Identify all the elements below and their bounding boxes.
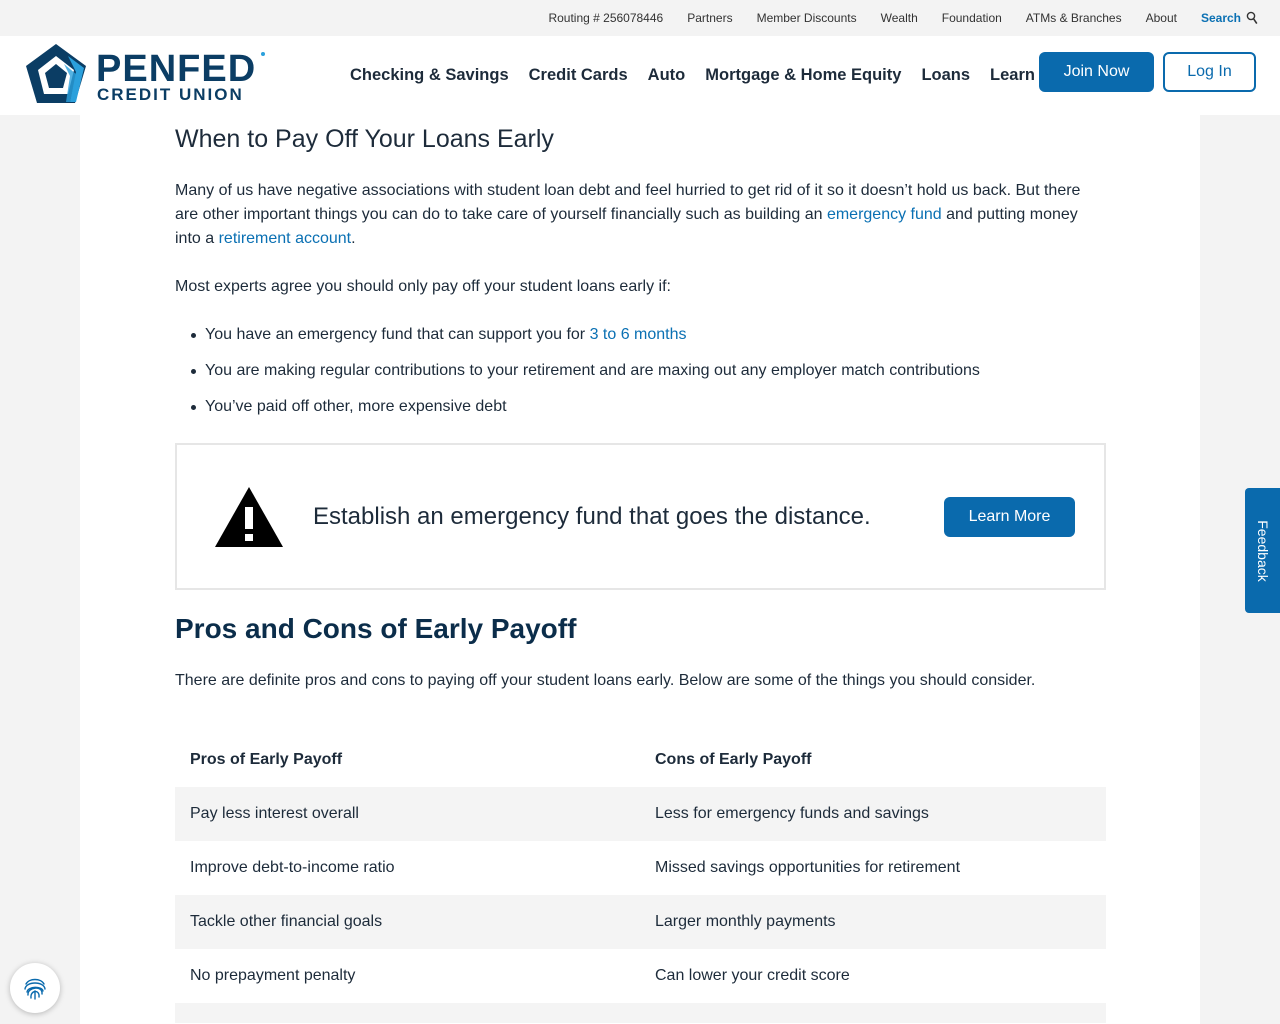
- table-row: No prepayment penalty Can lower your cre…: [175, 949, 1106, 1003]
- registered-mark: [261, 52, 265, 56]
- table-header-pros: Pros of Early Payoff: [190, 751, 343, 768]
- pros-cons-paragraph: There are definite pros and cons to payi…: [175, 672, 1036, 689]
- table-cell-con: Missed savings opportunities for retirem…: [655, 859, 961, 876]
- warning-icon: [215, 487, 283, 547]
- list-item: You are making regular contributions to …: [175, 359, 1106, 395]
- content-card: When to Pay Off Your Loans Early Many of…: [80, 115, 1200, 1024]
- bullet-dot: [191, 333, 196, 338]
- log-in-button[interactable]: Log In: [1163, 52, 1256, 92]
- nav-credit-cards[interactable]: Credit Cards: [529, 66, 628, 85]
- pentagon-logo-icon: [26, 44, 86, 103]
- intro-paragraph: Many of us have negative associations wi…: [175, 179, 1106, 251]
- table-cell-con: Less for emergency funds and savings: [655, 805, 929, 822]
- bullet-text: You have an emergency fund that can supp…: [205, 326, 590, 343]
- bullet-text: You are making regular contributions to …: [205, 362, 980, 379]
- emergency-fund-link[interactable]: emergency fund: [827, 206, 942, 223]
- 3-to-6-months-link[interactable]: 3 to 6 months: [590, 326, 687, 343]
- feedback-label: Feedback: [1254, 519, 1271, 582]
- table-cell-con: Can lower your credit score: [655, 967, 850, 984]
- bullet-dot: [191, 369, 196, 374]
- table-cell-pro: Pay less interest overall: [190, 805, 359, 822]
- table-cell-pro: Tackle other financial goals: [190, 913, 383, 930]
- util-link-about[interactable]: About: [1146, 11, 1177, 25]
- table-header-row: Pros of Early Payoff Cons of Early Payof…: [175, 733, 1106, 787]
- callout-text: Establish an emergency fund that goes th…: [313, 503, 871, 530]
- table-cell-pro: Improve debt-to-income ratio: [190, 859, 395, 876]
- nav-learn[interactable]: Learn: [990, 66, 1035, 85]
- section-subheading: When to Pay Off Your Loans Early: [175, 125, 554, 153]
- table-cell-pro: No prepayment penalty: [190, 967, 356, 984]
- util-link-atms-branches[interactable]: ATMs & Branches: [1026, 11, 1122, 25]
- pros-cons-table: Pros of Early Payoff Cons of Early Payof…: [175, 733, 1106, 1023]
- nav-loans[interactable]: Loans: [921, 66, 970, 85]
- nav-mortgage-home-equity[interactable]: Mortgage & Home Equity: [705, 66, 901, 85]
- search-label: Search: [1200, 11, 1241, 25]
- site-header: PENFED CREDIT UNION Checking & Savings C…: [0, 36, 1280, 115]
- util-link-wealth[interactable]: Wealth: [881, 11, 918, 25]
- retirement-account-link[interactable]: retirement account: [219, 230, 352, 247]
- table-header-cons: Cons of Early Payoff: [655, 751, 812, 768]
- fingerprint-badge[interactable]: [10, 963, 60, 1013]
- nav-auto[interactable]: Auto: [648, 66, 686, 85]
- table-row: Tackle other financial goals Larger mont…: [175, 895, 1106, 949]
- penfed-logo[interactable]: PENFED CREDIT UNION: [24, 42, 274, 106]
- util-link-foundation[interactable]: Foundation: [942, 11, 1002, 25]
- learn-more-button[interactable]: Learn More: [944, 497, 1075, 537]
- utility-links: Routing # 256078446 Partners Member Disc…: [548, 0, 1258, 36]
- feedback-tab[interactable]: Feedback: [1245, 488, 1280, 613]
- table-cell-con: Larger monthly payments: [655, 913, 836, 930]
- logo-subtext: CREDIT UNION: [97, 85, 244, 104]
- nav-checking-savings[interactable]: Checking & Savings: [350, 66, 509, 85]
- search-icon: [1246, 11, 1258, 25]
- emergency-fund-callout: Establish an emergency fund that goes th…: [175, 443, 1106, 590]
- main-nav: Checking & Savings Credit Cards Auto Mor…: [340, 36, 1055, 115]
- routing-number: Routing # 256078446: [548, 11, 664, 25]
- list-item: You have an emergency fund that can supp…: [175, 323, 1106, 359]
- join-now-button[interactable]: Join Now: [1039, 52, 1154, 92]
- util-link-member-discounts[interactable]: Member Discounts: [757, 11, 857, 25]
- utility-bar: Routing # 256078446 Partners Member Disc…: [0, 0, 1280, 36]
- search-button[interactable]: Search: [1201, 11, 1258, 25]
- table-row: [175, 1003, 1106, 1023]
- bullet-text: You’ve paid off other, more expensive de…: [205, 398, 507, 415]
- experts-paragraph: Most experts agree you should only pay o…: [175, 278, 671, 295]
- util-link-partners[interactable]: Partners: [687, 11, 732, 25]
- table-row: Improve debt-to-income ratio Missed savi…: [175, 841, 1106, 895]
- list-item: You’ve paid off other, more expensive de…: [175, 395, 1106, 431]
- bullet-dot: [191, 405, 196, 410]
- table-row: Pay less interest overall Less for emerg…: [175, 787, 1106, 841]
- pros-cons-heading: Pros and Cons of Early Payoff: [175, 613, 577, 644]
- logo-wordmark: PENFED: [96, 48, 257, 90]
- fingerprint-icon: [24, 978, 46, 1000]
- intro-text-3: .: [351, 230, 356, 247]
- conditions-list: You have an emergency fund that can supp…: [175, 323, 1106, 431]
